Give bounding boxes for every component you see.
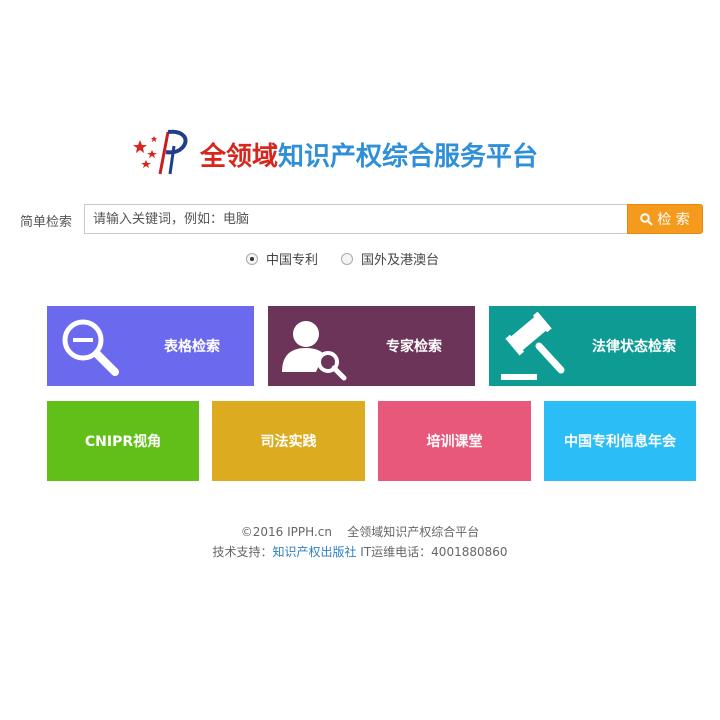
tile-label: 司法实践 xyxy=(260,434,317,450)
radio-selected-indicator xyxy=(246,252,258,265)
tile-legal-status-search[interactable]: 法律状态检索 xyxy=(489,306,696,386)
search-button[interactable]: 检 索 xyxy=(627,204,703,234)
support-prefix: 技术支持： xyxy=(212,545,273,559)
footer-copyright: ©2016 IPPH.cn 全领域知识产权综合平台 xyxy=(240,525,480,539)
support-link[interactable]: 知识产权出版社 xyxy=(272,545,356,559)
footer-support: 技术支持：知识产权出版社 IT运维电话：4001880860 xyxy=(0,543,720,560)
radio-china-patent[interactable]: 中国专利 xyxy=(246,249,318,268)
tile-label: 法律状态检索 xyxy=(592,339,676,355)
radio-foreign-hkmt[interactable]: 国外及港澳台 xyxy=(341,249,439,268)
tile-training[interactable]: 培训课堂 xyxy=(378,401,531,481)
logo-text-secondary: 知识产权综合服务平台 xyxy=(278,142,539,172)
logo-emblem-icon xyxy=(133,129,188,175)
logo-text-primary: 全领域 xyxy=(200,142,279,172)
search-label: 简单检索 xyxy=(20,215,73,230)
user-search-icon xyxy=(282,321,347,381)
tile-expert-search[interactable]: 专家检索 xyxy=(268,306,475,386)
tile-label: 培训课堂 xyxy=(426,434,483,450)
radio-label: 国外及港澳台 xyxy=(361,253,440,268)
search-icon xyxy=(640,212,654,226)
tile-label: CNIPR视角 xyxy=(84,434,162,450)
tile-judicial-practice[interactable]: 司法实践 xyxy=(212,401,365,481)
radio-label: 中国专利 xyxy=(266,253,319,268)
gavel-icon xyxy=(501,312,565,380)
search-input[interactable] xyxy=(84,204,627,234)
tile-cnipr-view[interactable]: CNIPR视角 xyxy=(47,401,199,481)
site-logo[interactable]: 全领域知识产权综合服务平台 xyxy=(132,126,592,178)
tile-label: 中国专利信息年会 xyxy=(564,434,676,450)
tile-label: 专家检索 xyxy=(386,339,442,355)
tile-form-search[interactable]: 表格检索 xyxy=(47,306,254,386)
tile-patent-conference[interactable]: 中国专利信息年会 xyxy=(544,401,696,481)
support-suffix: IT运维电话：4001880860 xyxy=(356,545,508,559)
search-button-label: 检 索 xyxy=(657,212,690,228)
tile-label: 表格检索 xyxy=(164,339,220,355)
magnifier-icon xyxy=(62,319,119,376)
radio-unselected-indicator xyxy=(341,252,353,265)
